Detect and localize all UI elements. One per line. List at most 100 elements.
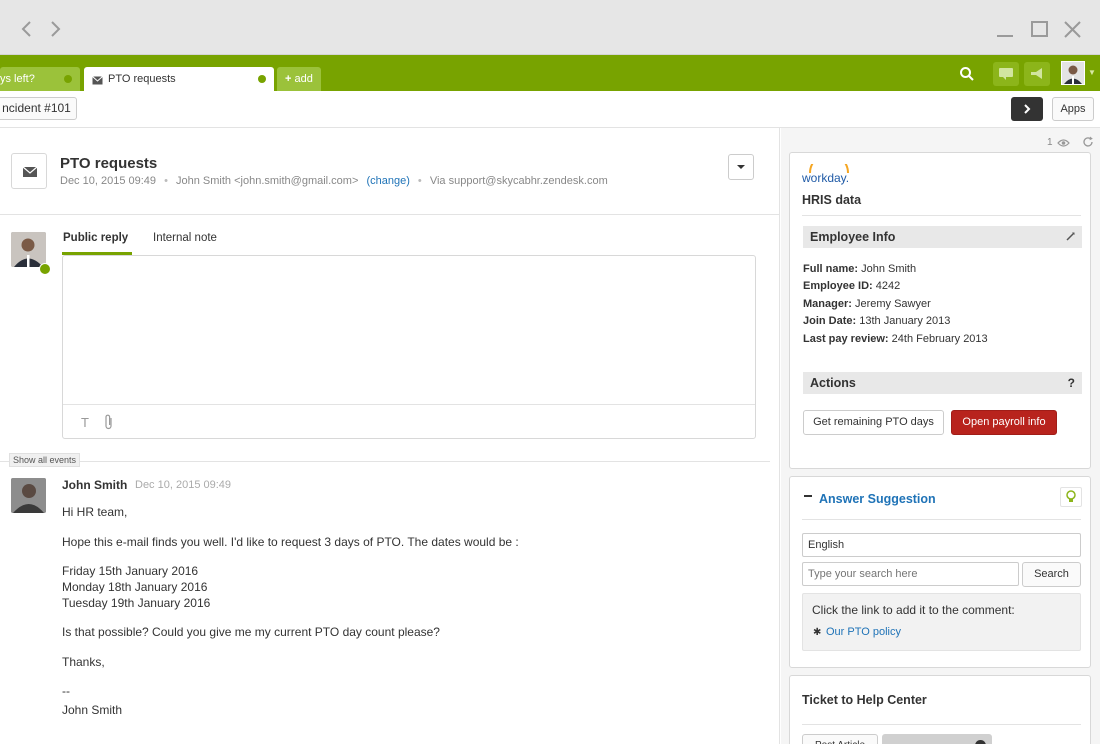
back-icon[interactable]: [20, 18, 34, 45]
post-article-button[interactable]: Post Article: [802, 734, 878, 744]
comment-line: Friday 15th January 2016: [62, 564, 199, 578]
workday-app: workday. HRIS data Employee Info Full na…: [789, 152, 1091, 469]
tab-status-dot: [258, 75, 266, 83]
actions-header: Actions ?: [803, 372, 1082, 394]
field-employee-id: Employee ID: 4242: [803, 280, 900, 292]
workday-logo-text: workday.: [802, 171, 850, 185]
comment-line: Hi HR team,: [62, 505, 128, 519]
apps-button[interactable]: Apps: [1052, 97, 1094, 121]
field-label: Manager:: [803, 298, 852, 310]
megaphone-icon[interactable]: [1024, 62, 1050, 86]
comment-line: Tuesday 19th January 2016: [62, 596, 211, 610]
lightbulb-icon[interactable]: [1060, 487, 1082, 507]
meta-separator: •: [417, 175, 422, 187]
eye-icon: [1057, 137, 1070, 151]
tab-status-dot: [64, 75, 72, 83]
suggestion-results: Click the link to add it to the comment:…: [802, 593, 1081, 651]
field-value: Jeremy Sawyer: [854, 298, 931, 310]
comment-line: Hope this e-mail finds you well. I'd lik…: [62, 535, 519, 549]
plus-icon: +: [285, 73, 292, 85]
employee-info-header: Employee Info: [803, 226, 1082, 248]
field-last-pay-review: Last pay review: 24th February 2013: [803, 333, 988, 345]
ticket-requester: John Smith <john.smith@gmail.com>: [176, 175, 359, 187]
tab-days-left[interactable]: ys left?: [0, 67, 80, 91]
field-full-name: Full name: John Smith: [803, 263, 916, 275]
add-tab-label: add: [294, 73, 313, 85]
tab-label: ys left?: [0, 73, 35, 85]
user-avatar[interactable]: [1061, 61, 1085, 85]
change-requester-link[interactable]: (change): [366, 175, 409, 187]
chat-icon[interactable]: [993, 62, 1019, 86]
open-payroll-button[interactable]: Open payroll info: [951, 410, 1057, 435]
collapse-icon[interactable]: [804, 495, 812, 497]
search-icon[interactable]: [954, 62, 980, 86]
field-label: Last pay review:: [803, 333, 889, 345]
ticket-via: Via support@skycabhr.zendesk.com: [429, 175, 608, 187]
select-indicator-icon: [975, 740, 986, 744]
get-pto-days-button[interactable]: Get remaining PTO days: [803, 410, 944, 435]
answer-suggestion-title[interactable]: Answer Suggestion: [819, 492, 936, 506]
ticket-meta: Dec 10, 2015 09:49 • John Smith <john.sm…: [60, 175, 608, 187]
tab-label: PTO requests: [108, 73, 176, 85]
refresh-icon[interactable]: [1082, 136, 1094, 151]
help-center-divider: [802, 724, 1081, 725]
meta-separator: •: [164, 175, 168, 187]
field-manager: Manager: Jeremy Sawyer: [803, 298, 931, 310]
minimize-icon[interactable]: [994, 18, 1016, 40]
comment-author: John Smith: [62, 478, 128, 492]
edit-icon[interactable]: [1066, 226, 1075, 248]
chevron-down-icon[interactable]: ▼: [1088, 68, 1096, 77]
language-select[interactable]: English: [802, 533, 1081, 557]
ticket-options-button[interactable]: [728, 154, 754, 180]
hris-divider: [802, 215, 1081, 216]
paperclip-icon[interactable]: [104, 414, 114, 433]
employee-info-title: Employee Info: [810, 230, 896, 244]
answer-search-input[interactable]: [802, 562, 1019, 586]
tab-bar: ys left? PTO requests + add: [0, 55, 1100, 91]
field-label: Join Date:: [803, 315, 857, 327]
help-icon[interactable]: ?: [1068, 372, 1075, 394]
help-center-title: Ticket to Help Center: [802, 693, 927, 707]
maximize-icon[interactable]: [1029, 18, 1051, 40]
comment-line: John Smith: [62, 703, 123, 717]
tab-public-reply[interactable]: Public reply: [63, 232, 128, 244]
viewer-count: 1: [1047, 137, 1053, 148]
comment-date: Dec 10, 2015 09:49: [135, 479, 232, 491]
text-format-icon[interactable]: T: [81, 415, 89, 430]
field-value: 24th February 2013: [891, 333, 988, 345]
tab-internal-note[interactable]: Internal note: [153, 232, 217, 244]
chevron-right-icon: [1024, 104, 1031, 114]
comment-line: --: [62, 684, 70, 698]
online-status-icon: [39, 263, 51, 275]
editor-toolbar-divider: [63, 404, 755, 405]
forward-icon[interactable]: [48, 18, 62, 45]
answer-suggestion-app: Answer Suggestion English Search Click t…: [789, 476, 1091, 668]
answer-divider: [802, 519, 1081, 520]
hris-title: HRIS data: [802, 193, 862, 207]
window-titlebar: [0, 0, 1100, 55]
field-value: 4242: [875, 280, 901, 292]
ticket-title: PTO requests: [60, 155, 158, 172]
incident-button[interactable]: ncident #101: [0, 97, 77, 120]
comment-line: Thanks,: [62, 655, 105, 669]
section-select[interactable]: [882, 734, 992, 744]
comment-line: Is that possible? Could you give me my c…: [62, 625, 440, 639]
requester-avatar: [11, 478, 46, 513]
field-label: Employee ID:: [803, 280, 873, 292]
next-button[interactable]: [1011, 97, 1043, 121]
field-value: John Smith: [861, 263, 917, 275]
tab-pto-requests[interactable]: PTO requests: [84, 67, 274, 91]
comment-line: Monday 18th January 2016: [62, 580, 208, 594]
gear-icon: ✱: [813, 627, 822, 638]
pto-policy-link[interactable]: Our PTO policy: [826, 626, 901, 638]
show-all-events-button[interactable]: Show all events: [9, 453, 81, 467]
reply-editor[interactable]: T: [62, 255, 756, 439]
apps-sidebar: 1 workday. HRIS data Employee Info Full …: [781, 128, 1100, 744]
search-button[interactable]: Search: [1022, 562, 1081, 587]
actions-title: Actions: [810, 376, 856, 390]
add-tab-button[interactable]: + add: [277, 67, 321, 91]
close-icon[interactable]: [1062, 18, 1084, 40]
suggestion-hint: Click the link to add it to the comment:: [812, 603, 1015, 617]
ticket-toolbar: ncident #101 Apps: [0, 91, 1100, 128]
agent-avatar: [11, 232, 46, 267]
